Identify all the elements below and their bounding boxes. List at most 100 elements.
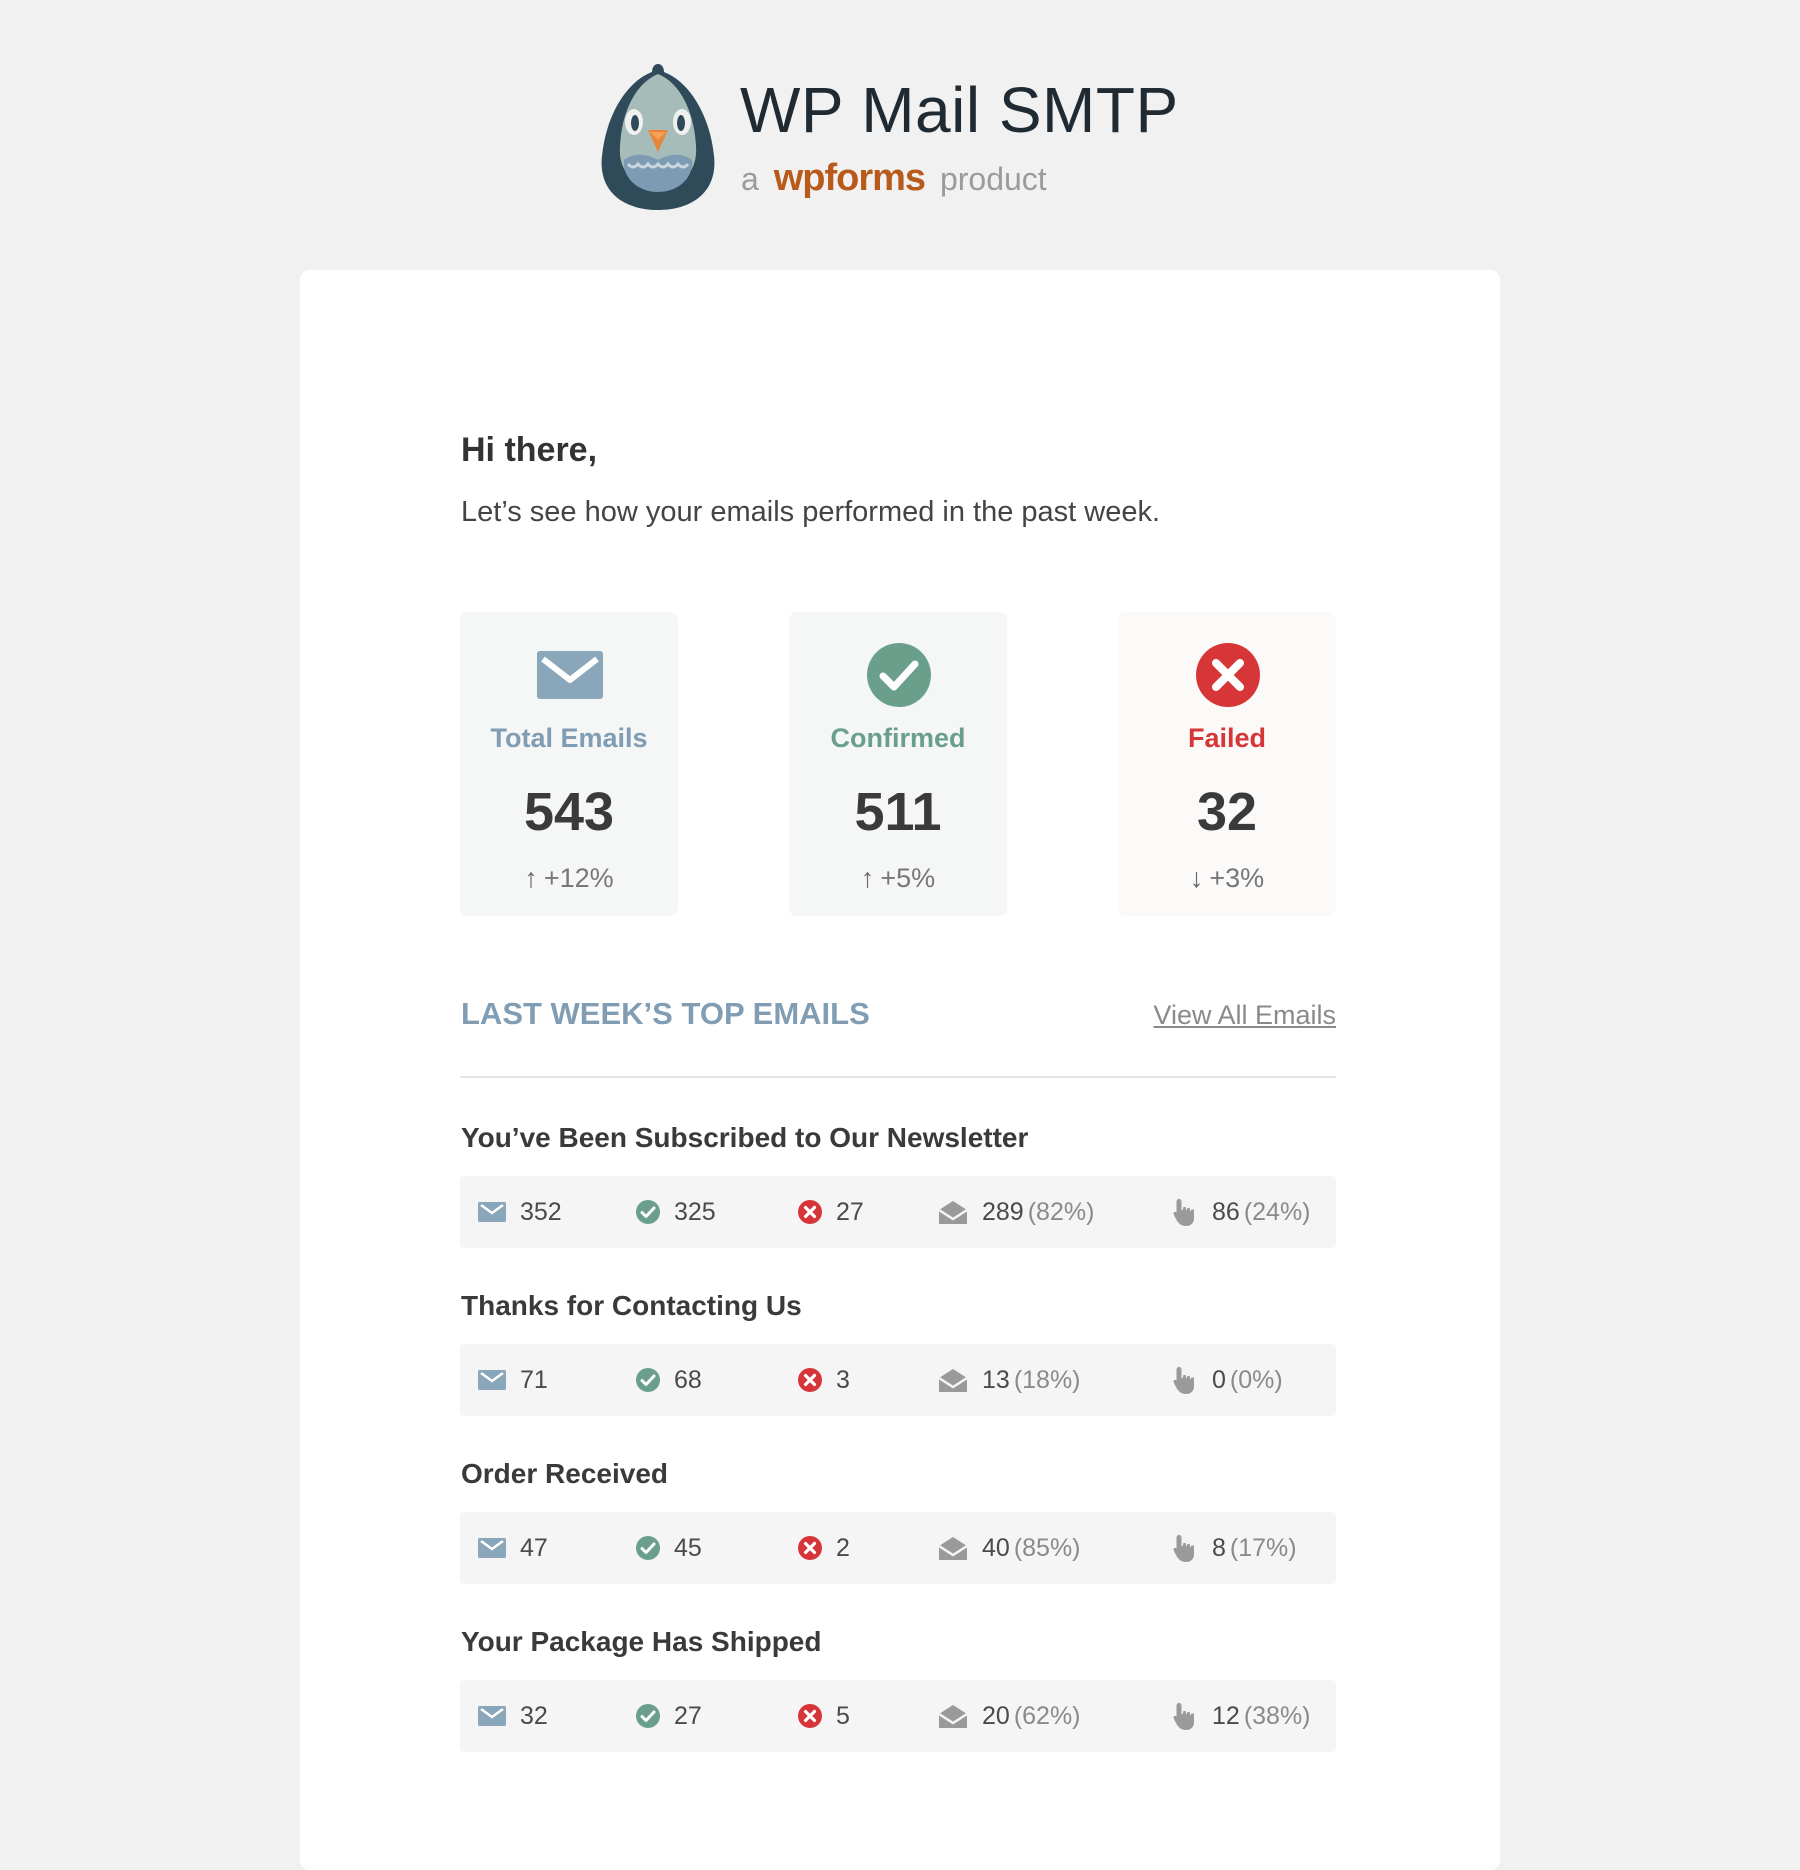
stat-label: Confirmed bbox=[830, 723, 966, 753]
envelope-icon bbox=[478, 1370, 506, 1390]
brand-sub-suffix: product bbox=[939, 161, 1047, 197]
report-card: Hi there, Let’s see how your emails perf… bbox=[300, 270, 1500, 1870]
metric-value: 20 bbox=[982, 1701, 1010, 1730]
envelope-open-icon bbox=[938, 1705, 968, 1728]
metric-value: 40 bbox=[982, 1533, 1010, 1562]
metric-clicked: 0 (0%) bbox=[1172, 1344, 1283, 1416]
metric-value: 71 bbox=[520, 1365, 548, 1394]
envelope-icon bbox=[478, 1538, 506, 1558]
metric-confirmed: 45 bbox=[636, 1512, 702, 1584]
greeting: Hi there, bbox=[461, 431, 598, 469]
x-circle-icon bbox=[798, 1536, 822, 1560]
stat-change: ↑ +5% bbox=[789, 860, 1007, 896]
metric-confirmed: 68 bbox=[636, 1344, 702, 1416]
metric-opened: 13 (18%) bbox=[938, 1344, 1081, 1416]
email-title: Your Package Has Shipped bbox=[461, 1626, 822, 1657]
arrow-up-icon: ↑ bbox=[524, 863, 538, 893]
envelope-open-icon bbox=[938, 1201, 968, 1224]
check-circle-icon bbox=[636, 1368, 660, 1392]
metric-clicked: 8 (17%) bbox=[1172, 1512, 1297, 1584]
stat-change-value: +12% bbox=[543, 863, 614, 893]
metric-value: 47 bbox=[520, 1533, 548, 1562]
metric-failed: 2 bbox=[798, 1512, 850, 1584]
pointer-hand-icon bbox=[1173, 1535, 1194, 1562]
metric-clicked: 86 (24%) bbox=[1172, 1176, 1311, 1248]
envelope-icon bbox=[478, 1202, 506, 1222]
intro-text: Let’s see how your emails performed in t… bbox=[461, 496, 1161, 528]
metric-percent: (24%) bbox=[1243, 1197, 1311, 1226]
pointer-hand-icon bbox=[1173, 1703, 1194, 1730]
arrow-up-icon: ↑ bbox=[860, 863, 875, 893]
metric-failed: 27 bbox=[798, 1176, 864, 1248]
stat-label: Failed bbox=[1187, 723, 1267, 753]
metric-value: 325 bbox=[674, 1197, 716, 1226]
metric-value: 3 bbox=[836, 1365, 850, 1394]
envelope-icon bbox=[537, 651, 603, 699]
arrow-down-icon: ↓ bbox=[1189, 863, 1204, 893]
stat-label: Total Emails bbox=[490, 723, 648, 753]
pigeon-mascot-logo bbox=[601, 64, 715, 210]
envelope-icon bbox=[478, 1706, 506, 1726]
view-all-emails-link[interactable]: View All Emails bbox=[1153, 996, 1336, 1034]
metric-failed: 5 bbox=[798, 1680, 850, 1752]
metric-value: 0 bbox=[1212, 1365, 1226, 1394]
stat-change-value: +3% bbox=[1209, 863, 1265, 893]
x-circle-icon bbox=[798, 1704, 822, 1728]
metric-value: 352 bbox=[520, 1197, 562, 1226]
stat-value: 543 bbox=[523, 782, 615, 842]
email-metrics-row: 352 325 27 289 (82%) 86 (24%) bbox=[460, 1176, 1336, 1248]
metric-failed: 3 bbox=[798, 1344, 850, 1416]
stat-confirmed: Confirmed 511 ↑ +5% bbox=[789, 612, 1007, 916]
pointer-hand-icon bbox=[1173, 1367, 1194, 1394]
metric-opened: 40 (85%) bbox=[938, 1512, 1081, 1584]
metric-value: 68 bbox=[674, 1365, 702, 1394]
stat-failed: Failed 32 ↓ +3% bbox=[1118, 612, 1336, 916]
metric-value: 27 bbox=[836, 1197, 864, 1226]
pointer-hand-icon bbox=[1173, 1199, 1194, 1226]
metric-value: 12 bbox=[1212, 1701, 1240, 1730]
email-title: You’ve Been Subscribed to Our Newsletter bbox=[461, 1122, 1029, 1153]
email-title: Thanks for Contacting Us bbox=[461, 1290, 802, 1321]
envelope-open-icon bbox=[938, 1537, 968, 1560]
metric-percent: (38%) bbox=[1243, 1701, 1311, 1730]
metric-opened: 20 (62%) bbox=[938, 1680, 1081, 1752]
metric-confirmed: 325 bbox=[636, 1176, 716, 1248]
metric-value: 13 bbox=[982, 1365, 1010, 1394]
stat-change-value: +5% bbox=[880, 863, 936, 893]
check-circle-icon bbox=[636, 1536, 660, 1560]
metric-total: 32 bbox=[478, 1680, 548, 1752]
check-circle-icon bbox=[636, 1200, 660, 1224]
email-metrics-row: 71 68 3 13 (18%) 0 (0%) bbox=[460, 1344, 1336, 1416]
brand-sub-prefix: a bbox=[741, 161, 759, 197]
email-metrics-row: 47 45 2 40 (85%) 8 (17%) bbox=[460, 1512, 1336, 1584]
metric-value: 5 bbox=[836, 1701, 850, 1730]
brand-header: WP Mail SMTP a wpforms product bbox=[598, 60, 1238, 212]
metric-opened: 289 (82%) bbox=[938, 1176, 1094, 1248]
wpforms-wordmark: wpforms bbox=[773, 157, 926, 199]
stat-value: 511 bbox=[854, 782, 942, 842]
metric-value: 32 bbox=[520, 1701, 548, 1730]
metric-clicked: 12 (38%) bbox=[1172, 1680, 1311, 1752]
x-circle-icon bbox=[1196, 643, 1260, 707]
metric-confirmed: 27 bbox=[636, 1680, 702, 1752]
metric-percent: (62%) bbox=[1013, 1701, 1081, 1730]
envelope-open-icon bbox=[938, 1369, 968, 1392]
x-circle-icon bbox=[798, 1200, 822, 1224]
brand-subtitle: a wpforms product bbox=[741, 152, 1047, 205]
email-title: Order Received bbox=[461, 1458, 668, 1489]
metric-value: 289 bbox=[982, 1197, 1024, 1226]
stat-total-emails: Total Emails 543 ↑ +12% bbox=[460, 612, 678, 916]
email-metrics-row: 32 27 5 20 (62%) 12 (38%) bbox=[460, 1680, 1336, 1752]
brand-title: WP Mail SMTP bbox=[740, 74, 1179, 146]
metric-percent: (0%) bbox=[1229, 1365, 1283, 1394]
metric-value: 2 bbox=[836, 1533, 850, 1562]
metric-total: 47 bbox=[478, 1512, 548, 1584]
section-title: LAST WEEK’S TOP EMAILS bbox=[461, 996, 870, 1031]
divider bbox=[460, 1076, 1336, 1078]
stat-value: 32 bbox=[1196, 782, 1258, 842]
metric-percent: (85%) bbox=[1013, 1533, 1081, 1562]
metric-percent: (17%) bbox=[1229, 1533, 1297, 1562]
metric-value: 27 bbox=[674, 1701, 702, 1730]
metric-value: 45 bbox=[674, 1533, 702, 1562]
x-circle-icon bbox=[798, 1368, 822, 1392]
